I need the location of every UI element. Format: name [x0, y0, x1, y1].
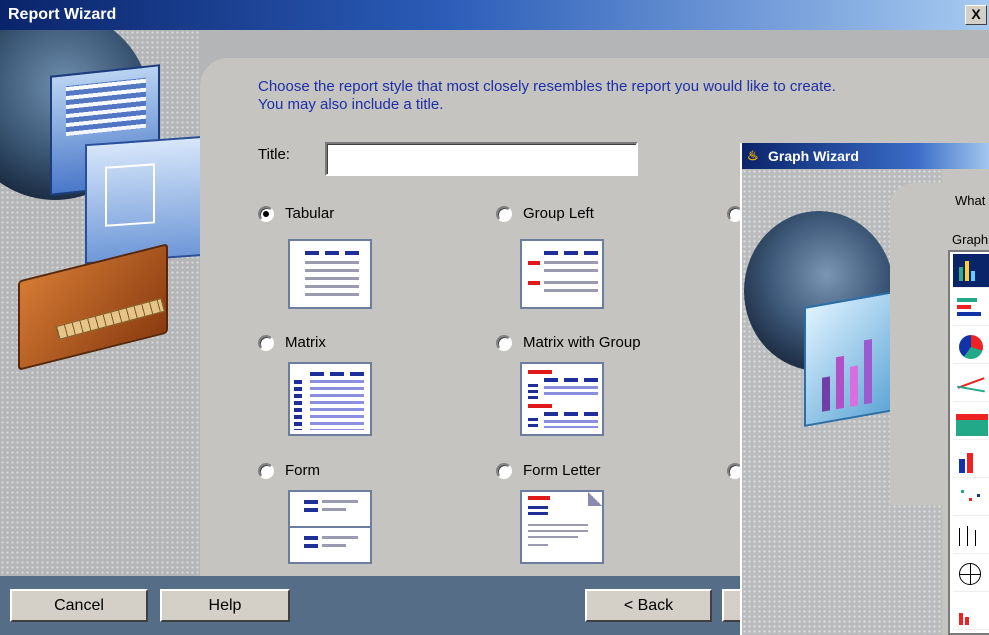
style-label-form: Form [285, 462, 320, 479]
style-label-group-left: Group Left [523, 205, 594, 222]
title-input[interactable] [325, 142, 638, 176]
wizard-illustration [0, 30, 200, 576]
cancel-button[interactable]: Cancel [10, 589, 148, 622]
thumb-form-letter[interactable] [520, 490, 604, 564]
instruction-text: Choose the report style that most closel… [258, 78, 958, 114]
java-cup-icon: ♨ [747, 148, 759, 163]
style-label-tabular: Tabular [285, 205, 335, 222]
graph-type-line-icon[interactable] [953, 368, 989, 402]
title-label: Title: [258, 146, 290, 163]
style-label-matrix: Matrix [285, 334, 326, 351]
graph-type-pie-icon[interactable] [953, 330, 989, 364]
thumb-tabular[interactable] [288, 239, 372, 309]
graph-chart-image [804, 291, 894, 427]
graph-type-high-low-icon[interactable] [953, 520, 989, 554]
graph-type-double-y-icon[interactable] [953, 596, 989, 630]
graph-type-bar-icon[interactable] [953, 254, 989, 288]
thumb-group-left[interactable] [520, 239, 604, 309]
back-button[interactable]: < Back [585, 589, 712, 622]
radio-form-letter[interactable] [496, 463, 512, 479]
style-label-form-letter: Form Letter [523, 462, 601, 479]
instruction-line-1: Choose the report style that most closel… [258, 78, 836, 95]
window-titlebar: Report Wizard X [0, 0, 989, 30]
graph-type-label: Graph [952, 232, 989, 247]
radio-group-left[interactable] [496, 206, 512, 222]
graph-wizard-titlebar: ♨ Graph Wizard [742, 143, 989, 169]
window-title: Report Wizard [8, 6, 117, 23]
report-page-image [85, 135, 200, 265]
graph-wizard-title: Graph Wizard [768, 148, 859, 164]
radio-tabular[interactable] [258, 206, 274, 222]
graph-type-list[interactable] [948, 250, 989, 635]
graph-type-area-icon[interactable] [953, 406, 989, 440]
graph-type-mixed-icon[interactable] [953, 444, 989, 478]
close-button[interactable]: X [965, 5, 987, 25]
graph-type-scatter-icon[interactable] [953, 482, 989, 516]
style-label-matrix-with-group: Matrix with Group [523, 334, 641, 351]
graph-type-horizontal-bar-icon[interactable] [953, 292, 989, 326]
radio-matrix[interactable] [258, 335, 274, 351]
help-button[interactable]: Help [160, 589, 290, 622]
thumb-matrix[interactable] [288, 362, 372, 436]
thumb-form[interactable] [288, 490, 372, 564]
graph-type-polar-icon[interactable] [953, 558, 989, 592]
radio-matrix-with-group[interactable] [496, 335, 512, 351]
thumb-matrix-with-group[interactable] [520, 362, 604, 436]
instruction-line-2: You may also include a title. [258, 96, 444, 113]
next-button[interactable] [722, 589, 742, 622]
graph-wizard-prompt: What [955, 193, 986, 208]
radio-form[interactable] [258, 463, 274, 479]
